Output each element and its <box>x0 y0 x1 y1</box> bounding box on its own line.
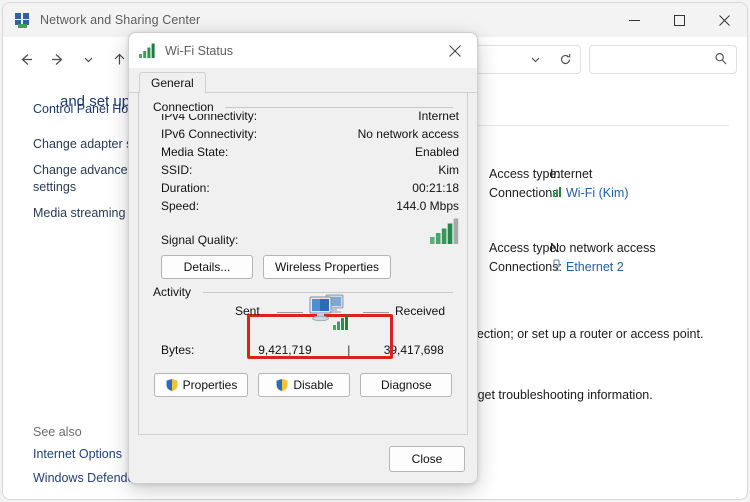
dialog-title: Wi-Fi Status <box>165 43 234 58</box>
ipv6-value: No network access <box>357 127 459 141</box>
minimize-button[interactable] <box>612 3 657 37</box>
screen: Network and Sharing Center Control Panel… <box>0 0 750 502</box>
dialog-footer: Close <box>389 446 465 472</box>
wireless-properties-button[interactable]: Wireless Properties <box>263 255 391 279</box>
speed-value: 144.0 Mbps <box>396 199 459 213</box>
tabstrip: General <box>129 69 477 94</box>
sidebar-item-change-adapter-settings[interactable]: Change adapter se <box>3 136 139 153</box>
forward-arrow-icon[interactable] <box>42 44 73 75</box>
duration-value: 00:21:18 <box>412 181 459 195</box>
setup-connection-text: nnection; or set up a router or access p… <box>463 327 704 341</box>
access-type-value: Internet <box>550 167 593 181</box>
properties-button-label: Properties <box>182 378 238 392</box>
ssid-value: Kim <box>438 163 459 177</box>
sidebar-item-change-advanced-cont[interactable]: settings <box>3 179 131 196</box>
row-media-state: Media State: Enabled <box>139 143 467 161</box>
maximize-button[interactable] <box>657 3 702 37</box>
search-icon <box>706 52 736 66</box>
media-state-label: Media State: <box>161 145 229 159</box>
wifi-signal-icon <box>550 184 566 203</box>
uac-shield-icon <box>275 378 289 392</box>
dialog-body: Connection IPv4 Connectivity: Internet I… <box>138 93 468 435</box>
connections-value-wifi[interactable]: Wi-Fi (Kim) <box>566 184 628 203</box>
back-arrow-icon[interactable] <box>11 44 42 75</box>
connections-value-ethernet[interactable]: Ethernet 2 <box>566 258 624 277</box>
troubleshoot-text: or get troubleshooting information. <box>463 388 653 402</box>
close-button[interactable] <box>702 3 747 37</box>
details-button[interactable]: Details... <box>161 255 253 279</box>
see-also-section: See also Internet Options Windows Defend… <box>3 423 134 490</box>
close-dialog-button[interactable]: Close <box>389 446 465 472</box>
bytes-label: Bytes: <box>161 343 195 357</box>
connections-row: Connections: Ethernet 2 <box>477 258 747 277</box>
signal-quality-label: Signal Quality: <box>161 233 239 247</box>
search-input[interactable] <box>589 44 737 74</box>
row-speed: Speed: 144.0 Mbps <box>139 197 467 215</box>
dialog-action-buttons: Properties Disable Diagnose <box>139 373 467 397</box>
wifi-signal-icon <box>139 43 157 58</box>
connection-rows: IPv4 Connectivity: Internet IPv6 Connect… <box>139 107 467 215</box>
disable-button-label: Disable <box>293 378 334 392</box>
network-entry-wifi: Access type: Internet Connections: Wi-Fi… <box>477 165 747 211</box>
ssid-label: SSID: <box>161 163 193 177</box>
duration-label: Duration: <box>161 181 210 195</box>
uac-shield-icon <box>165 378 179 392</box>
see-also-windows-defender[interactable]: Windows Defende <box>3 466 134 490</box>
connections-label: Connections: <box>489 260 562 274</box>
sent-label: Sent <box>235 304 260 318</box>
see-also-heading: See also <box>33 425 82 439</box>
sidebar-item-media-streaming[interactable]: Media streaming o <box>3 205 136 222</box>
sidebar-item-change-advanced[interactable]: Change advanced <box>3 162 134 179</box>
activity-diagram: Sent Received <box>139 292 467 334</box>
sidebar: Control Panel Hor Change adapter se Chan… <box>3 81 139 499</box>
see-also-internet-options[interactable]: Internet Options <box>3 442 131 466</box>
recent-chevron-down-icon[interactable] <box>73 44 104 75</box>
bytes-sent-value: 9,421,719 <box>258 343 312 357</box>
connection-group-label: Connection <box>153 100 220 114</box>
ipv4-value: Internet <box>418 109 459 123</box>
connections-label: Connections: <box>489 186 562 200</box>
bytes-row: Bytes: 9,421,719 | 39,417,698 <box>139 343 467 357</box>
address-chevron-down-icon[interactable] <box>520 54 550 65</box>
refresh-icon[interactable] <box>550 53 580 66</box>
network-entry-ethernet: Access type: No network access Connectio… <box>477 239 747 285</box>
diagnose-button[interactable]: Diagnose <box>360 373 453 397</box>
window-title: Network and Sharing Center <box>40 13 201 27</box>
dialog-titlebar: Wi-Fi Status <box>129 33 477 69</box>
two-computers-icon <box>307 292 355 339</box>
access-type-label: Access type: <box>489 167 560 181</box>
bytes-separator: | <box>347 343 351 357</box>
access-type-label: Access type: <box>489 241 560 255</box>
received-label: Received <box>395 304 446 318</box>
row-ssid: SSID: Kim <box>139 161 467 179</box>
signal-quality-row: Signal Quality: <box>139 218 467 249</box>
access-type-value: No network access <box>550 241 656 255</box>
row-ipv6: IPv6 Connectivity: No network access <box>139 125 467 143</box>
received-line <box>363 312 389 313</box>
close-icon[interactable] <box>433 33 477 69</box>
ipv6-label: IPv6 Connectivity: <box>161 127 258 141</box>
sent-line <box>277 312 303 313</box>
ethernet-icon <box>550 258 566 277</box>
tab-general[interactable]: General <box>139 72 206 94</box>
properties-button[interactable]: Properties <box>153 373 249 397</box>
network-sharing-icon <box>14 12 31 29</box>
wifi-status-dialog: Wi-Fi Status General Connection IPv4 Con… <box>128 32 478 484</box>
connections-row: Connections: Wi-Fi (Kim) <box>477 184 747 203</box>
speed-label: Speed: <box>161 199 200 213</box>
group-rule <box>225 107 453 108</box>
access-type-row: Access type: Internet <box>477 165 747 184</box>
disable-button[interactable]: Disable <box>258 373 351 397</box>
access-type-row: Access type: No network access <box>477 239 747 258</box>
window-controls <box>612 3 747 37</box>
media-state-value: Enabled <box>414 145 459 159</box>
row-duration: Duration: 00:21:18 <box>139 179 467 197</box>
connection-buttons: Details... Wireless Properties <box>139 255 467 279</box>
bytes-received-value: 39,417,698 <box>383 343 444 357</box>
signal-bars-icon <box>430 218 463 249</box>
